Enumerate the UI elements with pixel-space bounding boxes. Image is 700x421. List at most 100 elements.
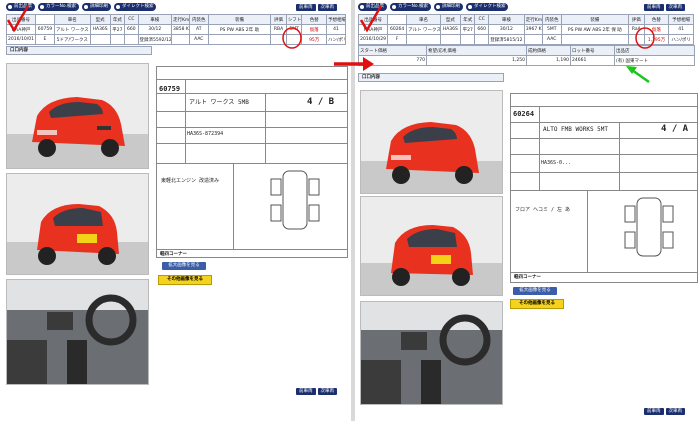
header-cell: CC <box>474 14 489 25</box>
right-top-nav: 前車両 次車両 <box>644 4 685 11</box>
car-interior-image <box>7 280 148 384</box>
table-row: 2016/10/01 E 5ドア/ワークス 登録済5592/12 AAC 95万… <box>6 34 347 45</box>
other-images-button[interactable]: その他画像を見る <box>510 299 564 309</box>
table-cell: 660 <box>124 24 139 35</box>
right-toolbar: 前出品票 カラーNo.検索 詳細印刷 ダイレクト検索 <box>358 3 509 12</box>
sheet-corner-label: 軽四コーナー <box>160 252 187 257</box>
table-cell: 1,190 <box>526 55 571 66</box>
table-cell <box>170 34 190 45</box>
table-row: HAA神戸 60264 アルト ワークス 5D HA36S 平27 660 30… <box>357 24 694 35</box>
left-auction-sheet-panel: 前出品票 カラーNo.検索 詳細印刷 ダイレクト検索 前車両 次車両 出品番号 … <box>0 0 351 421</box>
header-cell: 色替 <box>301 14 327 25</box>
prev-vehicle-button[interactable]: 前車両 <box>296 4 316 11</box>
sheet-rule <box>157 163 347 164</box>
left-top-nav: 前車両 次車両 <box>296 4 337 11</box>
table-cell <box>207 34 272 45</box>
table-cell <box>406 34 441 45</box>
table-cell: AAC <box>541 34 562 45</box>
header-cell: CC <box>124 14 139 25</box>
table-cell: PS PW AW ABS 2年 保 助 <box>560 24 629 35</box>
table-row: 770 1,250 1,190 24661 (有) 国東マート <box>358 55 695 66</box>
prev-vehicle-button[interactable]: 前車両 <box>644 408 664 415</box>
bullet-icon <box>467 5 472 9</box>
sheet-lot-number: 60264 <box>513 110 535 118</box>
table-cell: アルト ワークス 5D <box>406 24 441 35</box>
car-front-photo[interactable] <box>6 63 149 169</box>
prev-listing-button[interactable]: 前出品票 <box>6 3 35 11</box>
sheet-rule <box>233 163 234 249</box>
table-cell: 5MT <box>541 24 562 35</box>
table-header-row: スタート価格 希望/応札価格 成約価格 ロット番号 出品店 <box>358 45 695 56</box>
car-interior-photo[interactable] <box>360 301 503 405</box>
table-cell: 30/12 <box>137 24 172 35</box>
sheet-model-name: ALTO FMB WORKS 5MT <box>543 126 609 133</box>
table-cell: アルト ワークス 5D <box>53 24 91 35</box>
enlarge-image-button[interactable]: 拡大画像を見る <box>162 262 206 270</box>
header-cell: 出品店 <box>614 45 695 56</box>
prev-vehicle-button[interactable]: 前車両 <box>644 4 664 11</box>
sheet-notes: 東軽北エンジン 改造済み <box>161 178 220 184</box>
table-cell: 41 <box>668 24 694 35</box>
header-cell: 内装色 <box>541 14 562 25</box>
bullet-icon <box>392 5 396 9</box>
header-cell: 成約価格 <box>526 45 571 56</box>
table-cell: 60759 <box>34 24 55 35</box>
next-vehicle-button[interactable]: 次車両 <box>665 408 685 415</box>
section-header: 口口内容 <box>358 73 504 82</box>
sheet-rule <box>539 106 540 190</box>
table-cell: 41 <box>325 24 347 35</box>
table-cell <box>474 34 489 45</box>
sheet-rule <box>511 272 697 273</box>
direct-search-button[interactable]: ダイレクト検索 <box>113 3 157 11</box>
other-images-button[interactable]: その他画像を見る <box>158 275 212 285</box>
prev-listing-button[interactable]: 前出品票 <box>358 3 387 11</box>
sheet-notes: フロア ヘコミ / 左 あ <box>515 207 571 213</box>
color-search-button[interactable]: カラーNo.検索 <box>38 3 79 11</box>
auction-sheet-scan[interactable]: 60264 ALTO FMB WORKS 5MT HA36S-0... 4 / … <box>510 93 698 283</box>
table-row: 2016/10/29 F 登録済5815/12 AAC 1,195万 ハン/ポリ <box>357 34 694 45</box>
table-cell: 2016/10/29 <box>357 34 389 45</box>
car-rear-photo[interactable] <box>360 196 503 296</box>
table-cell <box>523 34 543 45</box>
table-cell <box>627 34 645 45</box>
next-vehicle-button[interactable]: 次車両 <box>665 4 685 11</box>
table-cell: 5ドア/ワークス <box>53 34 91 45</box>
table-cell: RaA <box>627 24 645 35</box>
header-cell: スタート価格 <box>358 45 427 56</box>
table-cell: HAA神戸 <box>357 24 389 35</box>
detail-print-button[interactable]: 詳細印刷 <box>81 3 111 11</box>
header-cell: 型式 <box>89 14 111 25</box>
detail-print-button[interactable]: 詳細印刷 <box>433 3 463 11</box>
prev-vehicle-button[interactable]: 前車両 <box>296 388 316 395</box>
table-cell: 60264 <box>387 24 408 35</box>
right-auction-sheet-panel: 前出品票 カラーNo.検索 詳細印刷 ダイレクト検索 前車両 次車両 出品番号 … <box>355 0 700 421</box>
color-search-button[interactable]: カラーNo.検索 <box>390 3 431 11</box>
next-vehicle-button[interactable]: 次車両 <box>317 4 337 11</box>
car-rear-photo[interactable] <box>6 173 149 275</box>
next-vehicle-button[interactable]: 次車両 <box>317 388 337 395</box>
car-interior-photo[interactable] <box>6 279 149 385</box>
header-cell: 車名 <box>53 14 91 25</box>
header-cell: 出品番号 <box>6 14 36 25</box>
table-cell: 24661 <box>570 55 615 66</box>
table-cell: ハン/ポリ <box>668 34 694 45</box>
car-front-photo[interactable] <box>360 90 503 194</box>
sheet-rule <box>587 190 588 272</box>
right-bottom-nav: 前車両 次車両 <box>644 408 685 415</box>
header-cell: シフト <box>285 14 303 25</box>
sheet-model-name: アルト ワークス 5MB <box>189 99 249 106</box>
table-cell: HA36S <box>439 24 461 35</box>
table-cell: 95万 <box>301 34 327 45</box>
direct-search-button[interactable]: ダイレクト検索 <box>465 3 509 11</box>
table-cell: 2016/10/01 <box>6 34 36 45</box>
header-cell: 内装色 <box>188 14 209 25</box>
car-interior-image <box>361 302 502 404</box>
enlarge-image-button[interactable]: 拡大画像を見る <box>513 287 557 295</box>
header-cell: 車検 <box>487 14 525 25</box>
header-cell: 走行Km <box>170 14 190 25</box>
auction-sheet-scan[interactable]: 60759 アルト ワークス 5MB HA36S-872394 4 / B 東軽… <box>156 66 348 258</box>
table-cell <box>109 34 126 45</box>
bullet-icon <box>83 5 88 9</box>
table-cell: 3967 Km <box>523 24 543 35</box>
sheet-rule <box>157 249 347 250</box>
